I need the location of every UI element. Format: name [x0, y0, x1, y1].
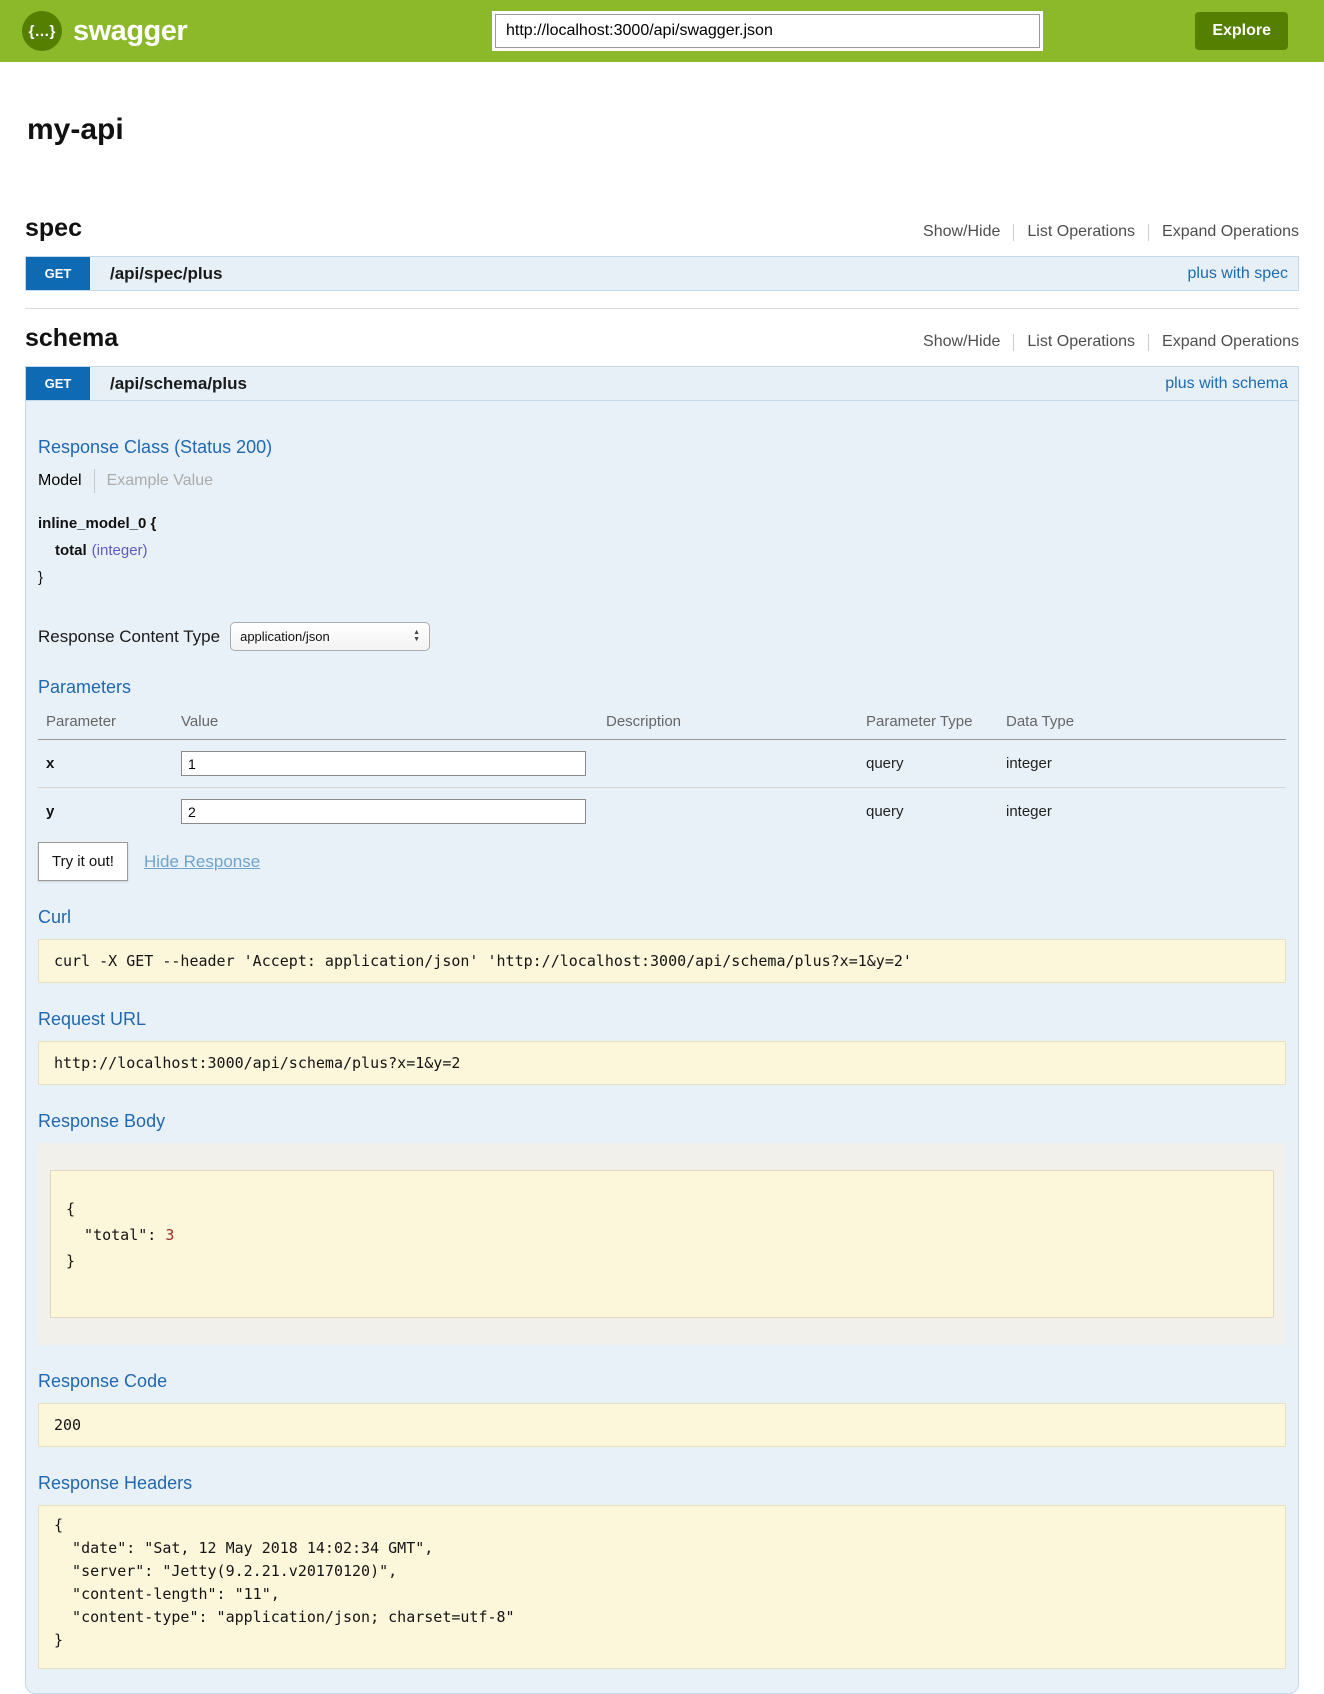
json-number-value: 3: [165, 1226, 174, 1244]
parameter-description: [598, 788, 858, 836]
section-divider: [25, 308, 1299, 309]
spec-show-hide-link[interactable]: Show/Hide: [923, 223, 1000, 241]
separator: [94, 469, 95, 493]
schema-operation-panel: Response Class (Status 200) Model Exampl…: [25, 401, 1299, 1694]
column-data-type: Data Type: [998, 705, 1286, 740]
model-property: total (integer): [38, 537, 1286, 564]
response-body-heading: Response Body: [38, 1111, 1286, 1132]
parameter-name: y: [38, 788, 173, 836]
model-property-type: (integer): [92, 542, 148, 559]
response-code-heading: Response Code: [38, 1371, 1286, 1392]
spec-operation-row[interactable]: GET /api/spec/plus plus with spec: [25, 256, 1299, 291]
schema-operation-row[interactable]: GET /api/schema/plus plus with schema: [25, 366, 1299, 401]
model-property-name: total: [55, 542, 87, 559]
curl-heading: Curl: [38, 907, 1286, 928]
column-parameter-type: Parameter Type: [858, 705, 998, 740]
schema-get-badge[interactable]: GET: [26, 367, 90, 400]
separator: [1148, 224, 1149, 241]
column-value: Value: [173, 705, 598, 740]
tab-model[interactable]: Model: [38, 472, 82, 490]
api-url-input[interactable]: [495, 14, 1040, 48]
brand-title: swagger: [73, 15, 187, 48]
parameter-type: query: [858, 788, 998, 836]
column-parameter: Parameter: [38, 705, 173, 740]
response-code-value: 200: [38, 1403, 1286, 1447]
separator: [1013, 334, 1014, 351]
swagger-logo: {…} swagger: [22, 11, 258, 51]
json-text: }: [66, 1252, 75, 1270]
response-content-type-row: Response Content Type application/json ▲…: [38, 622, 1286, 651]
schema-section-title: schema: [25, 324, 118, 353]
parameter-data-type: integer: [998, 788, 1286, 836]
parameter-row-y: y query integer: [38, 788, 1286, 836]
spec-get-badge[interactable]: GET: [26, 257, 90, 290]
request-url-value: http://localhost:3000/api/schema/plus?x=…: [38, 1041, 1286, 1085]
model-tabs: Model Example Value: [38, 469, 1286, 493]
schema-show-hide-link[interactable]: Show/Hide: [923, 333, 1000, 351]
response-content-type-select[interactable]: application/json ▲▼: [230, 622, 430, 651]
swagger-braces-icon: {…}: [22, 11, 62, 51]
curl-command: curl -X GET --header 'Accept: applicatio…: [38, 939, 1286, 983]
response-headers-json: { "date": "Sat, 12 May 2018 14:02:34 GMT…: [38, 1505, 1286, 1669]
model-signature: inline_model_0 { total (integer) }: [38, 510, 1286, 591]
try-it-out-button[interactable]: Try it out!: [38, 842, 128, 881]
model-close: }: [38, 564, 1286, 591]
spec-section-title: spec: [25, 214, 82, 243]
parameters-table: Parameter Value Description Parameter Ty…: [38, 705, 1286, 835]
response-headers-heading: Response Headers: [38, 1473, 1286, 1494]
explore-button[interactable]: Explore: [1195, 12, 1288, 50]
response-content-type-label: Response Content Type: [38, 627, 220, 647]
hide-response-link[interactable]: Hide Response: [144, 852, 260, 872]
separator: [1148, 334, 1149, 351]
response-body-json: { "total": 3 }: [50, 1170, 1274, 1318]
separator: [1013, 224, 1014, 241]
spec-expand-operations-link[interactable]: Expand Operations: [1162, 223, 1299, 241]
page-title: my-api: [27, 113, 1297, 147]
json-text: { "total":: [66, 1200, 165, 1244]
parameter-type: query: [858, 740, 998, 788]
parameter-name: x: [38, 740, 173, 788]
main-content: my-api spec Show/Hide List Operations Ex…: [0, 113, 1324, 1694]
parameter-description: [598, 740, 858, 788]
schema-expand-operations-link[interactable]: Expand Operations: [1162, 333, 1299, 351]
spec-operation-path[interactable]: /api/spec/plus: [110, 257, 222, 290]
parameter-row-x: x query integer: [38, 740, 1286, 788]
schema-operation-path[interactable]: /api/schema/plus: [110, 367, 247, 400]
parameter-y-input[interactable]: [181, 799, 586, 824]
parameters-heading: Parameters: [38, 677, 1286, 698]
model-open: inline_model_0 {: [38, 510, 1286, 537]
response-class-heading: Response Class (Status 200): [38, 437, 1286, 458]
schema-list-operations-link[interactable]: List Operations: [1027, 333, 1135, 351]
schema-operation-summary-link[interactable]: plus with schema: [1165, 367, 1288, 400]
select-stepper-icon: ▲▼: [413, 630, 420, 643]
spec-section-header: spec Show/Hide List Operations Expand Op…: [25, 214, 1299, 243]
spec-list-operations-link[interactable]: List Operations: [1027, 223, 1135, 241]
parameter-x-input[interactable]: [181, 751, 586, 776]
response-content-type-value: application/json: [240, 629, 330, 644]
spec-section-controls: Show/Hide List Operations Expand Operati…: [923, 223, 1299, 241]
column-description: Description: [598, 705, 858, 740]
schema-section-controls: Show/Hide List Operations Expand Operati…: [923, 333, 1299, 351]
topbar: {…} swagger Explore: [0, 0, 1324, 62]
spec-operation-summary-link[interactable]: plus with spec: [1188, 257, 1289, 290]
tab-example-value[interactable]: Example Value: [107, 472, 213, 490]
request-url-heading: Request URL: [38, 1009, 1286, 1030]
schema-section-header: schema Show/Hide List Operations Expand …: [25, 324, 1299, 353]
actions-row: Try it out! Hide Response: [38, 842, 1286, 881]
parameter-data-type: integer: [998, 740, 1286, 788]
response-body-container: { "total": 3 }: [38, 1143, 1286, 1345]
parameters-header-row: Parameter Value Description Parameter Ty…: [38, 705, 1286, 740]
